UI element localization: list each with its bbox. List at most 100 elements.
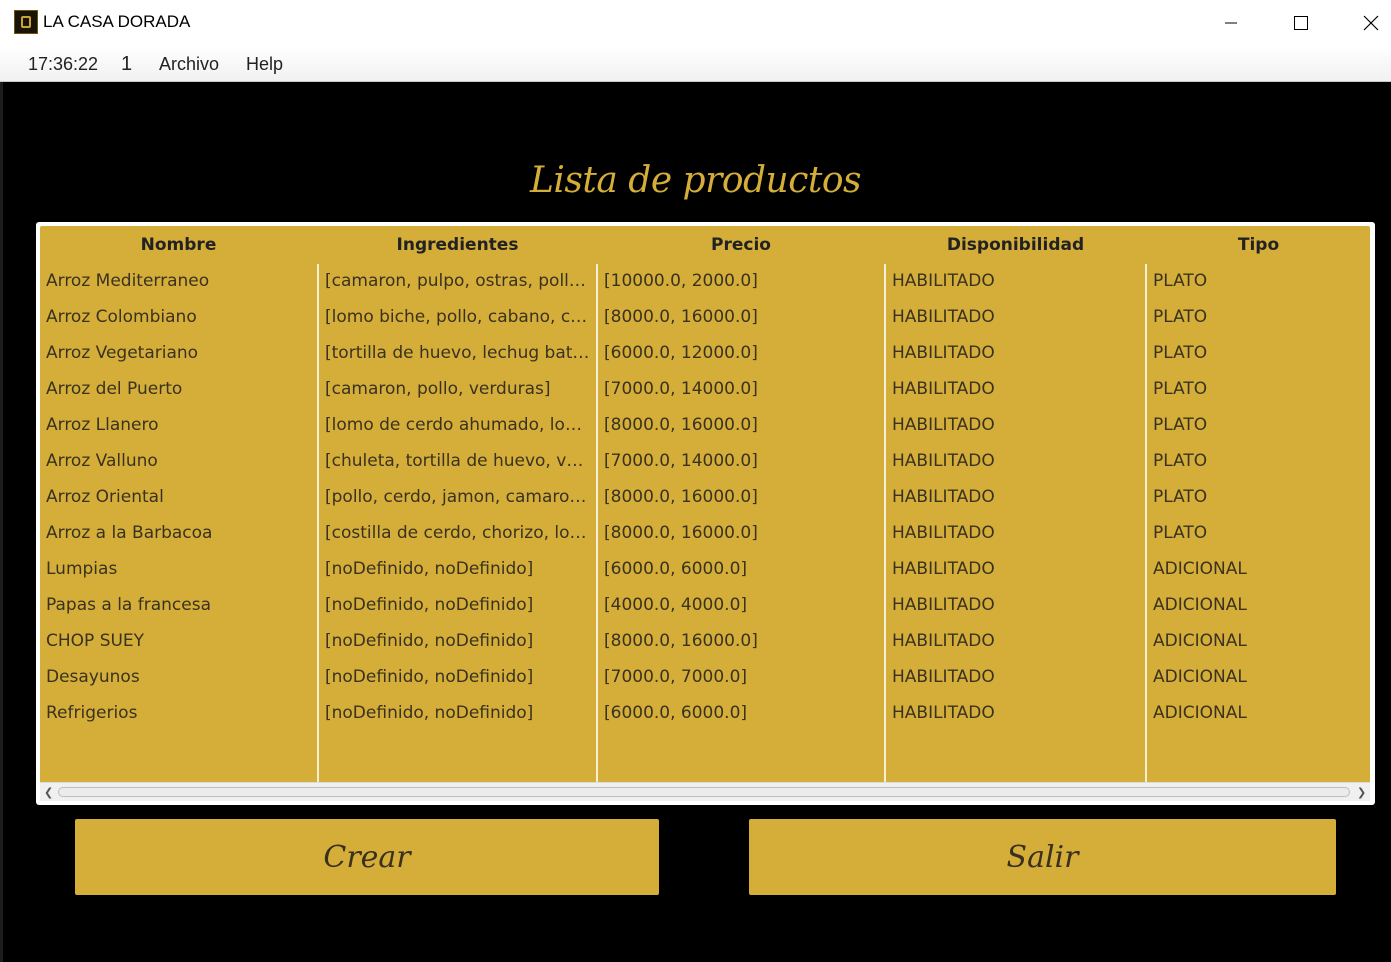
menu-archivo[interactable]: Archivo <box>159 54 219 75</box>
cell-disponibilidad: HABILITADO <box>892 379 995 399</box>
cell-disponibilidad: HABILITADO <box>892 271 995 291</box>
table-row[interactable]: Arroz Valluno [chuleta, tortilla de huevo… <box>40 444 1370 480</box>
header-precio[interactable]: Precio <box>598 235 884 259</box>
header-ingredientes[interactable]: Ingredientes <box>319 235 596 259</box>
cell-tipo: ADICIONAL <box>1153 667 1247 687</box>
table-row[interactable]: Desayunos [noDefinido, noDefinido] [7000.0… <box>40 660 1370 696</box>
cell-disponibilidad: HABILITADO <box>892 523 995 543</box>
cell-precio: [8000.0, 16000.0] <box>604 415 758 435</box>
scroll-left-icon[interactable]: ❮ <box>44 786 53 799</box>
window-title: LA CASA DORADA <box>43 12 191 31</box>
cell-tipo: PLATO <box>1153 343 1208 363</box>
horizontal-scrollbar[interactable]: ❮ ❯ <box>40 782 1370 801</box>
cell-precio: [4000.0, 4000.0] <box>604 595 748 615</box>
table-body: Nombre Ingredientes Precio Disponibilida… <box>40 226 1370 801</box>
cell-precio: [7000.0, 7000.0] <box>604 667 748 687</box>
counter-label: 1 <box>121 53 133 75</box>
cell-tipo: ADICIONAL <box>1153 595 1247 615</box>
cell-precio: [8000.0, 16000.0] <box>604 631 758 651</box>
cell-tipo: ADICIONAL <box>1153 631 1247 651</box>
cell-ingredientes: [pollo, cerdo, jamon, camaron, r... <box>325 487 590 507</box>
salir-button[interactable]: Salir <box>749 819 1336 895</box>
cell-tipo: PLATO <box>1153 451 1208 471</box>
cell-precio: [6000.0, 6000.0] <box>604 559 748 579</box>
header-nombre[interactable]: Nombre <box>40 235 317 259</box>
table-row[interactable]: CHOP SUEY [noDefinido, noDefinido] [8000.0… <box>40 624 1370 660</box>
cell-nombre: Arroz Llanero <box>46 415 159 435</box>
cell-precio: [10000.0, 2000.0] <box>604 271 758 291</box>
page-title: Lista de productos <box>530 160 862 201</box>
table-row[interactable]: Refrigerios [noDefinido, noDefinido] [6000… <box>40 696 1370 732</box>
table-row[interactable]: Papas a la francesa [noDefinido, noDefini… <box>40 588 1370 624</box>
cell-disponibilidad: HABILITADO <box>892 703 995 723</box>
cell-nombre: Lumpias <box>46 559 118 579</box>
header-tipo[interactable]: Tipo <box>1147 235 1370 259</box>
cell-disponibilidad: HABILITADO <box>892 451 995 471</box>
header-disponibilidad[interactable]: Disponibilidad <box>886 235 1145 259</box>
cell-precio: [6000.0, 12000.0] <box>604 343 758 363</box>
cell-precio: [8000.0, 16000.0] <box>604 523 758 543</box>
cell-disponibilidad: HABILITADO <box>892 487 995 507</box>
scroll-right-icon[interactable]: ❯ <box>1357 786 1366 799</box>
table-row[interactable]: Arroz Vegetariano [tortilla de huevo, lec… <box>40 336 1370 372</box>
cell-ingredientes: [noDefinido, noDefinido] <box>325 631 534 651</box>
cell-nombre: Arroz del Puerto <box>46 379 183 399</box>
cell-nombre: Arroz Mediterraneo <box>46 271 210 291</box>
cell-ingredientes: [tortilla de huevo, lechug batavi... <box>325 343 590 363</box>
cell-precio: [7000.0, 14000.0] <box>604 451 758 471</box>
cell-nombre: Arroz Oriental <box>46 487 164 507</box>
cell-disponibilidad: HABILITADO <box>892 343 995 363</box>
cell-disponibilidad: HABILITADO <box>892 559 995 579</box>
window-edge <box>0 82 3 962</box>
cell-ingredientes: [camaron, pollo, verduras] <box>325 379 551 399</box>
table-row[interactable]: Arroz Mediterraneo [camaron, pulpo, ostra… <box>40 264 1370 300</box>
cell-ingredientes: [noDefinido, noDefinido] <box>325 703 534 723</box>
cell-nombre: Arroz Valluno <box>46 451 158 471</box>
table-row[interactable]: Arroz del Puerto [camaron, pollo, verdura… <box>40 372 1370 408</box>
cell-ingredientes: [noDefinido, noDefinido] <box>325 667 534 687</box>
cell-disponibilidad: HABILITADO <box>892 667 995 687</box>
cell-nombre: Arroz Colombiano <box>46 307 197 327</box>
cell-tipo: PLATO <box>1153 487 1208 507</box>
table-row[interactable]: Arroz Colombiano [lomo biche, pollo, caba… <box>40 300 1370 336</box>
cell-tipo: PLATO <box>1153 415 1208 435</box>
title-bar: LA CASA DORADA <box>0 0 1391 46</box>
products-table: Nombre Ingredientes Precio Disponibilida… <box>36 222 1375 805</box>
scroll-thumb[interactable] <box>58 787 1350 797</box>
cell-ingredientes: [noDefinido, noDefinido] <box>325 595 534 615</box>
cell-ingredientes: [costilla de cerdo, chorizo, lomo... <box>325 523 590 543</box>
cell-tipo: ADICIONAL <box>1153 559 1247 579</box>
cell-nombre: Papas a la francesa <box>46 595 211 615</box>
cell-nombre: Arroz a la Barbacoa <box>46 523 213 543</box>
cell-ingredientes: [lomo biche, pollo, cabano, chic... <box>325 307 590 327</box>
table-row[interactable]: Arroz a la Barbacoa [costilla de cerdo, c… <box>40 516 1370 552</box>
menu-help[interactable]: Help <box>246 54 283 75</box>
crear-button[interactable]: Crear <box>75 819 659 895</box>
table-row[interactable]: Arroz Oriental [pollo, cerdo, jamon, cama… <box>40 480 1370 516</box>
cell-disponibilidad: HABILITADO <box>892 307 995 327</box>
cell-precio: [8000.0, 16000.0] <box>604 307 758 327</box>
cell-tipo: ADICIONAL <box>1153 703 1247 723</box>
menu-bar: 17:36:22 1 Archivo Help <box>0 46 1391 82</box>
cell-ingredientes: [lomo de cerdo ahumado, lomo... <box>325 415 590 435</box>
table-row[interactable]: Arroz Llanero [lomo de cerdo ahumado, lom… <box>40 408 1370 444</box>
cell-tipo: PLATO <box>1153 523 1208 543</box>
maximize-icon[interactable] <box>1266 0 1336 46</box>
table-row[interactable]: Lumpias [noDefinido, noDefinido] [6000.0, … <box>40 552 1370 588</box>
cell-precio: [7000.0, 14000.0] <box>604 379 758 399</box>
cell-ingredientes: [noDefinido, noDefinido] <box>325 559 534 579</box>
minimize-icon[interactable] <box>1196 0 1266 46</box>
cell-ingredientes: [chuleta, tortilla de huevo, verd... <box>325 451 590 471</box>
cell-nombre: Refrigerios <box>46 703 138 723</box>
cell-tipo: PLATO <box>1153 379 1208 399</box>
cell-nombre: Desayunos <box>46 667 140 687</box>
close-icon[interactable] <box>1336 0 1391 46</box>
cell-precio: [8000.0, 16000.0] <box>604 487 758 507</box>
cell-tipo: PLATO <box>1153 271 1208 291</box>
cell-nombre: CHOP SUEY <box>46 631 145 651</box>
cell-disponibilidad: HABILITADO <box>892 631 995 651</box>
cell-disponibilidad: HABILITADO <box>892 415 995 435</box>
cell-tipo: PLATO <box>1153 307 1208 327</box>
clock-label: 17:36:22 <box>28 54 99 74</box>
app-logo-icon <box>14 10 38 34</box>
